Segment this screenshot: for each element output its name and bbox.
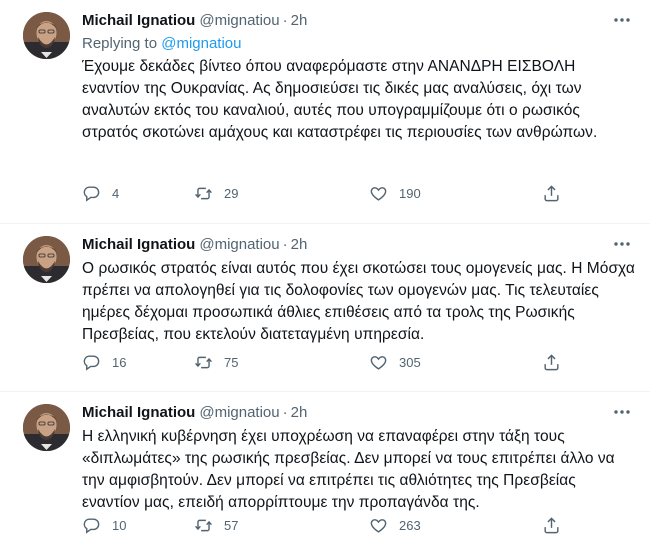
share-button[interactable] xyxy=(542,183,561,203)
reply-icon xyxy=(83,517,100,534)
author-name[interactable]: Michail Ignatiou xyxy=(82,12,195,29)
retweet-button[interactable]: 75 xyxy=(194,352,238,372)
avatar[interactable] xyxy=(23,236,70,283)
reply-count: 10 xyxy=(112,517,127,533)
timestamp[interactable]: 2h xyxy=(291,12,308,29)
replying-mention[interactable]: @mignatiou xyxy=(161,35,241,52)
separator: · xyxy=(282,12,288,29)
tweet-body: Michail Ignatiou @mignatiou · 2h Ο ρωσικός … xyxy=(82,234,636,346)
tweet-header: Michail Ignatiou @mignatiou · 2h xyxy=(82,234,636,256)
like-button[interactable]: 190 xyxy=(369,183,421,203)
timestamp[interactable]: 2h xyxy=(291,236,308,253)
tweet-text: Ο ρωσικός στρατός είναι αυτός που έχει σ… xyxy=(82,260,635,343)
retweet-count: 57 xyxy=(224,517,239,533)
like-count: 263 xyxy=(399,517,421,533)
tweet-thread: Michail Ignatiou @mignatiou · 2h Replying t… xyxy=(0,0,650,555)
reply-count: 16 xyxy=(112,354,127,370)
tweet[interactable]: Michail Ignatiou @mignatiou · 2h Ο ρωσικός … xyxy=(0,224,650,392)
reply-count: 4 xyxy=(112,185,120,201)
separator: · xyxy=(282,236,288,253)
avatar[interactable] xyxy=(23,12,70,59)
share-icon xyxy=(544,353,559,370)
more-icon[interactable] xyxy=(610,234,634,256)
reply-icon xyxy=(83,354,100,371)
reply-button[interactable]: 4 xyxy=(82,183,119,203)
like-button[interactable]: 305 xyxy=(369,352,421,372)
more-icon[interactable] xyxy=(610,10,634,32)
share-icon xyxy=(544,184,559,201)
tweet-body: Michail Ignatiou @mignatiou · 2h Η ελληνική… xyxy=(82,402,636,514)
retweet-count: 29 xyxy=(224,185,239,201)
heart-icon xyxy=(370,186,387,201)
retweet-button[interactable]: 57 xyxy=(194,515,238,535)
tweet-actions: 10 57 263 xyxy=(82,515,636,535)
share-button[interactable] xyxy=(542,515,561,535)
tweet-header: Michail Ignatiou @mignatiou · 2h xyxy=(82,402,636,424)
replying-to: Replying to @mignatiou xyxy=(82,34,636,54)
retweet-icon xyxy=(195,519,212,531)
separator: · xyxy=(282,404,288,421)
like-count: 190 xyxy=(399,185,421,201)
retweet-icon xyxy=(195,187,212,199)
like-count: 305 xyxy=(399,354,421,370)
tweet-actions: 4 29 190 xyxy=(82,183,636,203)
tweet-header: Michail Ignatiou @mignatiou · 2h xyxy=(82,10,636,32)
tweet-text: Η ελληνική κυβέρνηση έχει υποχρέωση να ε… xyxy=(82,428,615,511)
author-handle[interactable]: @mignatiou xyxy=(199,404,279,421)
tweet-actions: 16 75 305 xyxy=(82,352,636,372)
tweet[interactable]: Michail Ignatiou @mignatiou · 2h Η ελληνική… xyxy=(0,392,650,555)
avatar[interactable] xyxy=(23,404,70,451)
timestamp[interactable]: 2h xyxy=(291,404,308,421)
like-button[interactable]: 263 xyxy=(369,515,421,535)
author-handle[interactable]: @mignatiou xyxy=(199,12,279,29)
more-icon[interactable] xyxy=(610,402,634,424)
heart-icon xyxy=(370,355,387,370)
tweet-text: Έχουμε δεκάδες βίντεο όπου αναφερόμαστε … xyxy=(82,58,598,141)
author-name[interactable]: Michail Ignatiou xyxy=(82,236,195,253)
reply-icon xyxy=(83,185,100,202)
retweet-count: 75 xyxy=(224,354,239,370)
reply-button[interactable]: 10 xyxy=(82,515,126,535)
retweet-button[interactable]: 29 xyxy=(194,183,238,203)
author-handle[interactable]: @mignatiou xyxy=(199,236,279,253)
reply-button[interactable]: 16 xyxy=(82,352,126,372)
heart-icon xyxy=(370,518,387,533)
replying-label: Replying to xyxy=(82,35,158,52)
retweet-icon xyxy=(195,356,212,368)
share-button[interactable] xyxy=(542,352,561,372)
author-name[interactable]: Michail Ignatiou xyxy=(82,404,195,421)
tweet[interactable]: Michail Ignatiou @mignatiou · 2h Replying t… xyxy=(0,0,650,224)
tweet-body: Michail Ignatiou @mignatiou · 2h Replying t… xyxy=(82,10,636,144)
share-icon xyxy=(544,516,559,533)
